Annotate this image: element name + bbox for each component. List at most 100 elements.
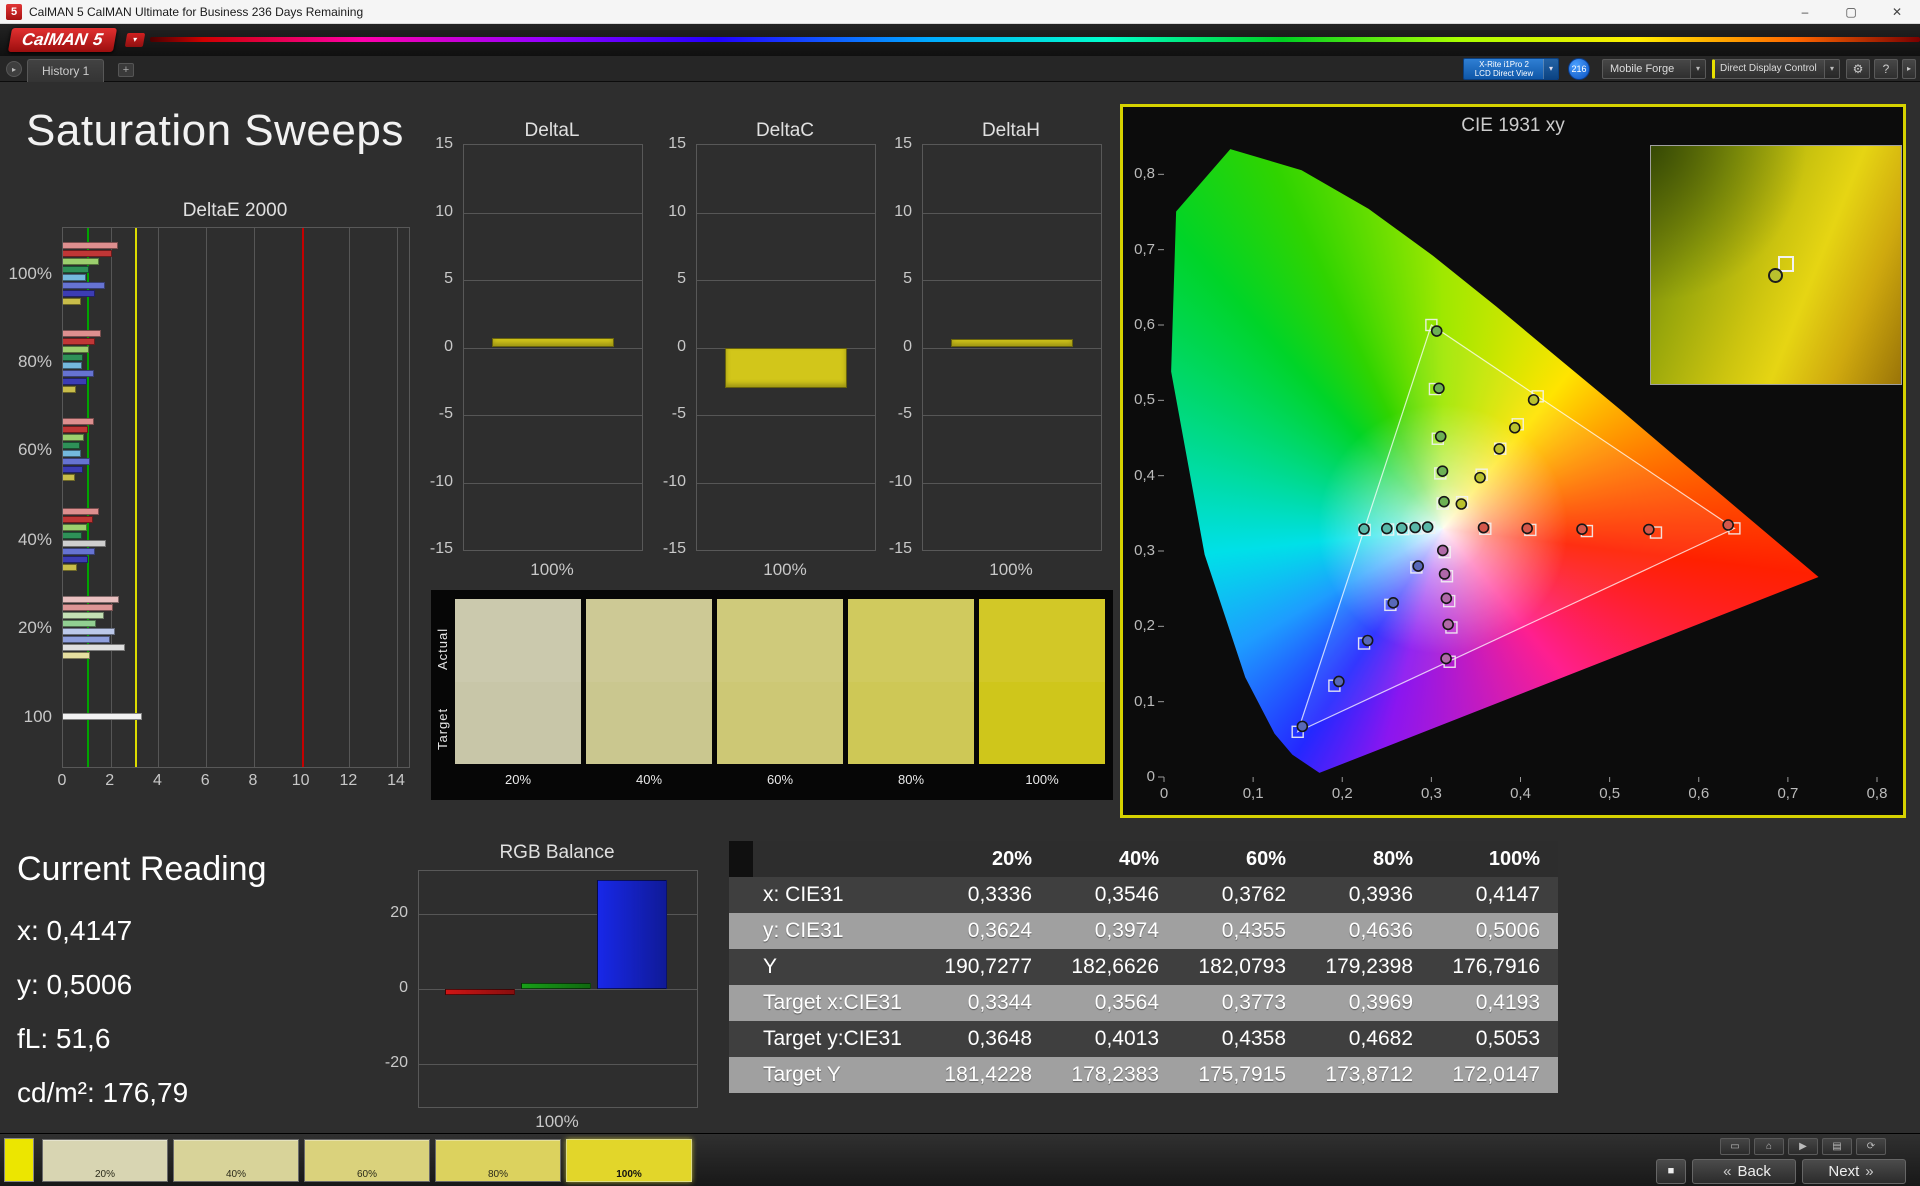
panel-overflow-button[interactable]: ▸ [1902, 59, 1916, 79]
deltae-bar [63, 556, 89, 563]
add-tab-button[interactable]: + [118, 63, 134, 77]
saturation-step-button[interactable]: 80% [435, 1139, 561, 1182]
play-button[interactable]: ▶ [1788, 1138, 1818, 1155]
screen-button[interactable]: ▭ [1720, 1138, 1750, 1155]
table-cell: 0,3546 [1050, 877, 1177, 913]
chevron-down-icon[interactable]: ▾ [1824, 60, 1839, 78]
y-tick-label: 0 [444, 337, 453, 355]
deltal-chart: DeltaL 15 10 5 0 -5 -10 -15 100% [419, 118, 649, 598]
reference-line [134, 228, 137, 767]
close-button[interactable]: ✕ [1874, 0, 1920, 23]
save-button[interactable]: ▤ [1822, 1138, 1852, 1155]
logo-text: CalMAN [20, 30, 89, 49]
next-label: Next [1828, 1163, 1860, 1180]
table-gutter [729, 985, 753, 1021]
chevron-down-icon[interactable]: ▾ [1543, 59, 1558, 79]
sync-button[interactable]: ⟳ [1856, 1138, 1886, 1155]
grid-line [397, 228, 399, 767]
stop-button[interactable]: ■ [1656, 1159, 1686, 1184]
saturation-label: 80% [897, 772, 925, 787]
history-panel-toggle[interactable]: ▸ [6, 61, 22, 77]
table-cell: 190,7277 [923, 949, 1050, 985]
measured-point-yellow [1455, 498, 1468, 510]
source-button[interactable]: Mobile Forge ▾ [1602, 59, 1706, 79]
home-button[interactable]: ⌂ [1754, 1138, 1784, 1155]
deltae-bar [63, 386, 77, 393]
saturation-label: 20% [504, 772, 532, 787]
table-cell: 175,7915 [1177, 1057, 1304, 1093]
saturation-step-button[interactable]: 20% [42, 1139, 168, 1182]
measured-point-cyan [1421, 521, 1434, 533]
calman-window: 5 CalMAN 5 CalMAN Ultimate for Business … [0, 0, 1920, 1186]
back-button[interactable]: « Back [1692, 1159, 1796, 1184]
y-tick-label: -5 [897, 405, 912, 422]
next-button[interactable]: Next » [1802, 1159, 1906, 1184]
measured-point-magenta [1440, 592, 1453, 605]
target-color [979, 681, 1105, 764]
deltae-bar [63, 354, 84, 361]
actual-color [455, 599, 581, 682]
cie-zoom-inset [1650, 145, 1902, 385]
x-axis-label: 100% [535, 1112, 579, 1131]
x-tick-label: 4 [152, 772, 162, 789]
deltae-bar [63, 370, 95, 377]
table-gutter [729, 949, 753, 985]
table-cell: 0,3773 [1177, 985, 1304, 1021]
deltae-bar [63, 466, 84, 473]
meter-button[interactable]: X-Rite i1Pro 2 LCD Direct View ▾ [1463, 58, 1559, 80]
y-tick-label: 0,8 [1134, 165, 1155, 183]
color-comparison-swatch [717, 599, 843, 764]
saturation-step-button[interactable]: 100% [566, 1139, 692, 1182]
tab-history-1[interactable]: History 1 [27, 59, 105, 82]
saturation-label: 60% [766, 772, 794, 787]
deltae-bar [63, 266, 90, 273]
table-cell: 0,4193 [1431, 985, 1558, 1021]
target-color [455, 681, 581, 764]
deltae-bar [63, 458, 91, 465]
row-label: Target x:CIE31 [753, 985, 923, 1021]
reading-value: y: 0,5006 [17, 969, 133, 1000]
rainbow-divider [150, 37, 1920, 42]
minimize-button[interactable]: – [1782, 0, 1828, 23]
help-button[interactable]: ? [1874, 59, 1898, 79]
target-color [717, 681, 843, 764]
table-cell: 0,5006 [1431, 913, 1558, 949]
plot-area [418, 870, 698, 1108]
measured-point-yellow [1508, 421, 1521, 434]
chart-title: CIE 1931 xy [1461, 115, 1565, 136]
measured-point-yellow [1493, 443, 1506, 455]
grid-line [464, 415, 642, 416]
chevron-down-icon[interactable]: ▾ [1690, 60, 1705, 78]
y-tick-label: 10 [894, 202, 912, 220]
help-icon: ? [1882, 62, 1890, 76]
settings-button[interactable]: ⚙ [1846, 59, 1870, 79]
x-axis-label: 100% [530, 560, 574, 579]
measured-point-cyan [1358, 523, 1370, 535]
x-tick-label: 12 [339, 772, 358, 789]
deltae-bar [63, 258, 99, 265]
y-tick-label: 10 [435, 202, 453, 220]
table-cell: 0,3624 [923, 913, 1050, 949]
y-axis-label: 60% [17, 440, 52, 459]
measured-point-green [1434, 430, 1447, 443]
bottom-bar: ■ « Back Next » 20% 40% 60% 80% 100% ▭ ⌂ ▶ ▤ ⟳ [0, 1133, 1920, 1186]
play-icon: ▶ [1799, 1141, 1807, 1152]
measured-point-cyan [1381, 522, 1393, 535]
actual-color [848, 599, 974, 682]
logo-menu-button[interactable]: ▾ [124, 33, 146, 47]
y-tick-label: 15 [894, 135, 912, 152]
x-tick-label: 0,7 [1777, 785, 1799, 802]
maximize-button[interactable]: ▢ [1828, 0, 1874, 23]
x-tick-label: 6 [200, 772, 210, 789]
chart-title: DeltaL [524, 120, 580, 141]
screen-icon: ▭ [1730, 1141, 1740, 1152]
table-cell: 0,3762 [1177, 877, 1304, 913]
measured-point-magenta [1438, 568, 1451, 580]
current-reading-values: x: 0,4147 y: 0,5006 fL: 51,6 cd/m²: 176,79 [17, 915, 377, 1109]
y-axis: 15 10 5 0 -5 -10 -15 [878, 135, 916, 557]
chart-title: DeltaE 2000 [182, 200, 288, 221]
table-cell: 0,4636 [1304, 913, 1431, 949]
display-control-button[interactable]: Direct Display Control ▾ [1712, 59, 1840, 79]
saturation-step-button[interactable]: 60% [304, 1139, 430, 1182]
saturation-step-button[interactable]: 40% [173, 1139, 299, 1182]
